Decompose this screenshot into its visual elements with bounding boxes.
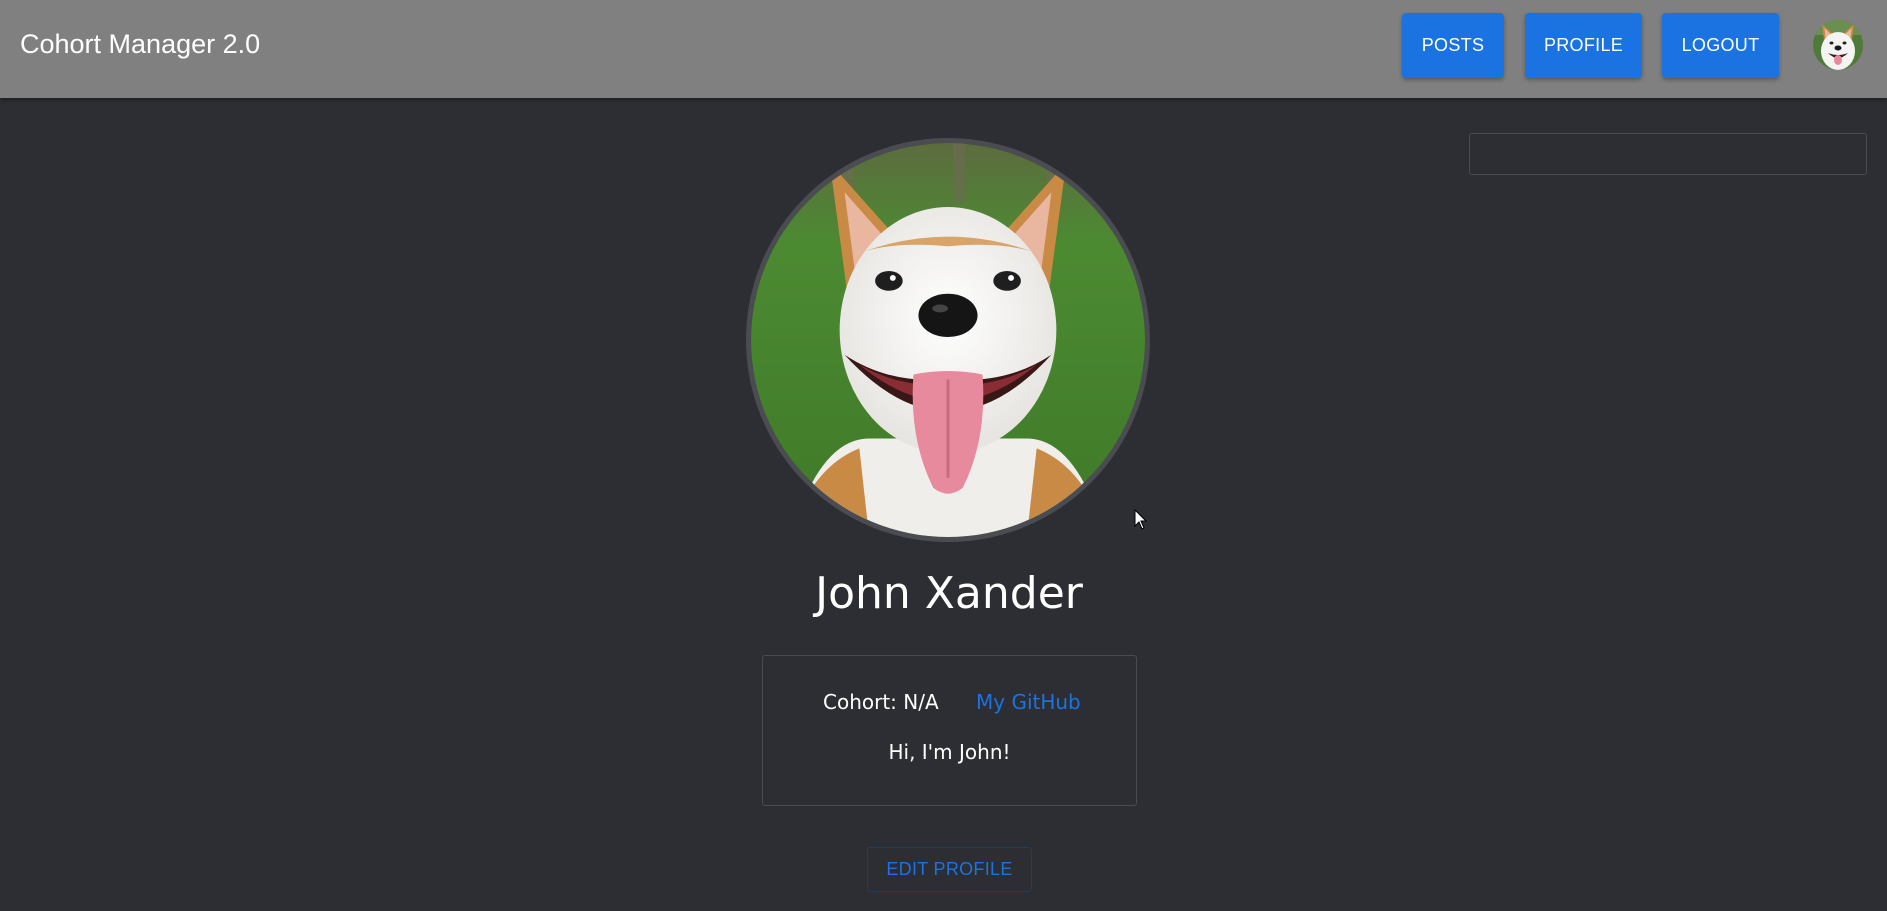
- app-bar: Cohort Manager 2.0 POSTS PROFILE LOGOUT: [0, 0, 1887, 98]
- profile-button[interactable]: PROFILE: [1525, 13, 1642, 78]
- mouse-cursor-icon: [1134, 509, 1148, 530]
- profile-info-card: Cohort: N/A My GitHub Hi, I'm John!: [762, 655, 1137, 806]
- dog-portrait-image: [751, 143, 1145, 537]
- dog-avatar-icon: [1813, 20, 1863, 70]
- app-title: Cohort Manager 2.0: [20, 29, 261, 59]
- edit-profile-button[interactable]: EDIT PROFILE: [867, 847, 1032, 892]
- cohort-label: Cohort: N/A: [823, 690, 939, 714]
- profile-name: John Xander: [815, 568, 1083, 619]
- profile-photo: [746, 138, 1150, 542]
- search-input[interactable]: [1469, 133, 1867, 175]
- github-link[interactable]: My GitHub: [976, 690, 1081, 714]
- user-avatar[interactable]: [1813, 20, 1863, 70]
- bio-text: Hi, I'm John!: [888, 740, 1011, 764]
- logout-button[interactable]: LOGOUT: [1662, 13, 1779, 78]
- posts-button[interactable]: POSTS: [1402, 13, 1504, 78]
